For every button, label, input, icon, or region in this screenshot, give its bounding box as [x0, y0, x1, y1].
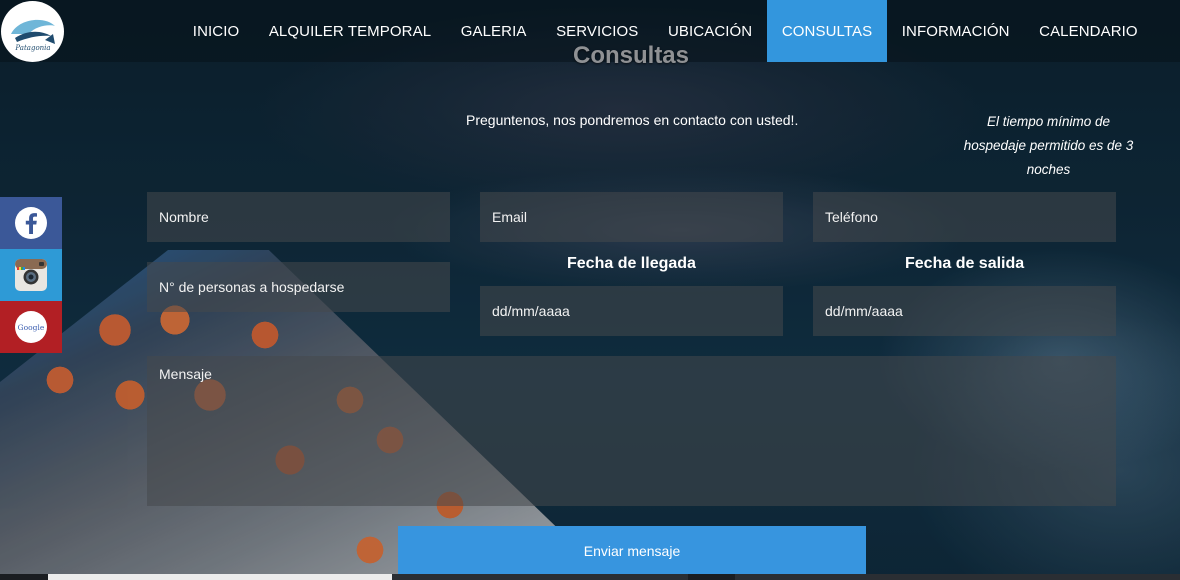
- name-field[interactable]: Nombre: [147, 192, 450, 242]
- google-icon-label: Google: [18, 323, 45, 332]
- google-button[interactable]: Google: [0, 301, 62, 353]
- intro-text: Preguntenos, nos pondremos en contacto c…: [466, 112, 799, 128]
- message-field[interactable]: Mensaje: [147, 356, 1116, 506]
- email-field[interactable]: Email: [480, 192, 783, 242]
- social-sidebar: Google: [0, 197, 62, 353]
- instagram-icon: [15, 259, 47, 291]
- facebook-icon: [15, 207, 47, 239]
- minimum-stay-note: El tiempo mínimo de hospedaje permitido …: [963, 114, 1134, 177]
- guests-field[interactable]: N° de personas a hospedarse: [147, 262, 450, 312]
- google-icon: Google: [15, 311, 47, 343]
- arrival-date-field[interactable]: dd/mm/aaaa: [480, 286, 783, 336]
- page-title: Consultas: [572, 42, 689, 69]
- departure-date-label: Fecha de salida: [905, 255, 1025, 272]
- bottom-edge: [0, 574, 1180, 580]
- departure-date-field[interactable]: dd/mm/aaaa: [813, 286, 1116, 336]
- send-message-button[interactable]: Enviar mensaje: [398, 526, 866, 576]
- instagram-button[interactable]: [0, 249, 62, 301]
- arrival-date-label: Fecha de llegada: [567, 255, 696, 272]
- phone-field[interactable]: Teléfono: [813, 192, 1116, 242]
- facebook-button[interactable]: [0, 197, 62, 249]
